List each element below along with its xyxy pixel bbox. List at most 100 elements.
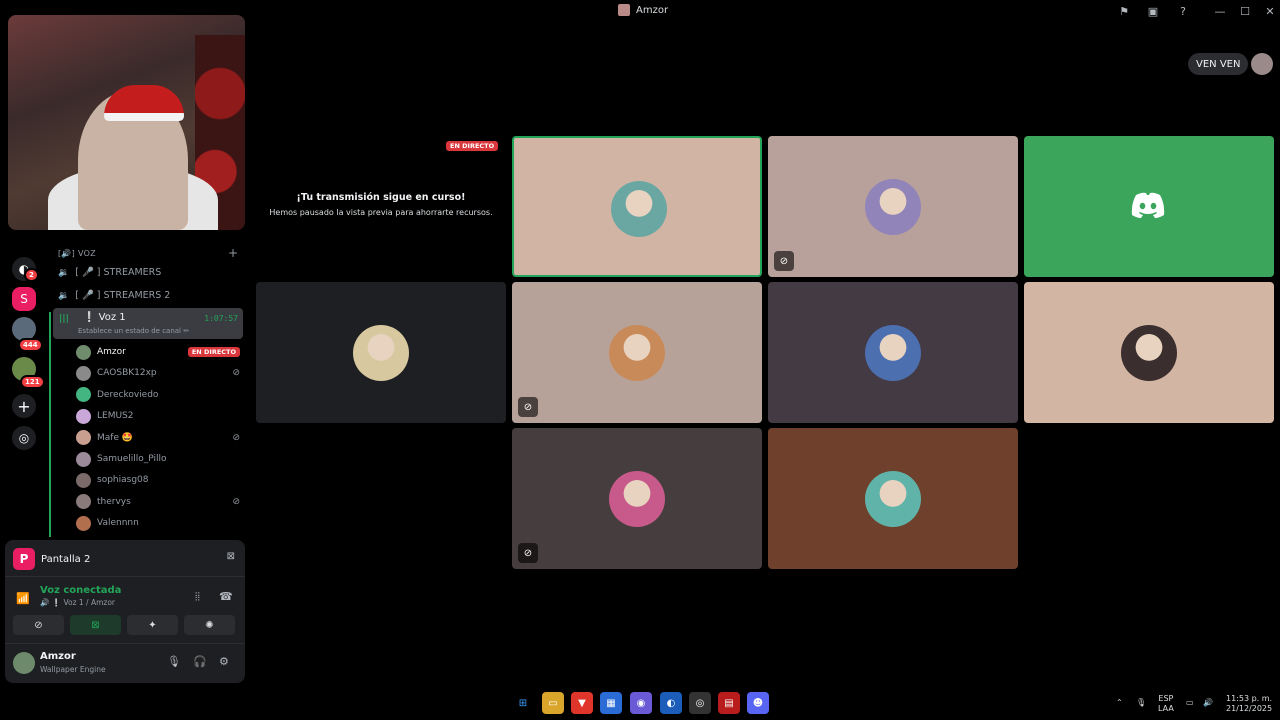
member-name: Mafe 🤩	[97, 432, 134, 443]
voice-tile[interactable]: ⊘	[768, 136, 1018, 277]
list-item[interactable]: Mafe 🤩 ⊘	[76, 429, 240, 447]
member-name: sophiasg08	[97, 475, 149, 486]
member-name: Valennnn	[97, 518, 139, 529]
stop-share-icon[interactable]: ⊠	[227, 551, 235, 562]
microphone-icon[interactable]: 🎙	[167, 655, 181, 668]
file-explorer-icon[interactable]: ▭	[542, 692, 564, 714]
list-item[interactable]: sophiasg08	[76, 471, 240, 489]
avatar	[76, 515, 91, 531]
tray-arrow-icon[interactable]: ⌃	[1116, 698, 1123, 708]
mic-off-icon: ⊘	[232, 496, 240, 507]
avatar	[609, 471, 665, 527]
server-badge-3: 121	[20, 375, 45, 389]
noise-suppression-icon[interactable]: ⦙⦙	[195, 590, 200, 604]
close-icon[interactable]: ✕	[1262, 3, 1278, 19]
headphones-icon[interactable]: 🎧	[193, 655, 207, 668]
camera-off-button[interactable]: ⊘	[13, 615, 64, 635]
list-item[interactable]: Dereckoviedo	[76, 386, 240, 404]
user-name[interactable]: Amzor	[40, 651, 76, 662]
screen-share-button[interactable]: ⊠	[70, 615, 121, 635]
avatar	[865, 179, 921, 235]
disconnect-icon[interactable]: ☎	[219, 590, 233, 603]
voice-tile[interactable]: ⊘	[512, 428, 762, 569]
minimize-icon[interactable]: —	[1212, 3, 1228, 19]
start-icon[interactable]: ⊞	[512, 692, 534, 714]
member-name: CAOSBK12xp	[97, 368, 157, 379]
panel-divider-2	[5, 643, 245, 644]
mic-off-icon: ⊘	[232, 432, 240, 443]
avatar	[76, 344, 91, 360]
channel-streamers[interactable]: 🔉 [ 🎤 ] STREAMERS	[58, 267, 161, 278]
activities-button[interactable]: ✦	[127, 615, 178, 635]
server-avatar-icon	[618, 4, 630, 16]
avatar	[76, 387, 91, 403]
speaker-icon: 🔉	[58, 267, 70, 278]
store-icon[interactable]: ▦	[600, 692, 622, 714]
add-server-icon[interactable]: +	[12, 394, 36, 418]
game-icon[interactable]: ◉	[630, 692, 652, 714]
avatar	[76, 472, 91, 488]
channel-voz-1[interactable]: ||| ❕ Voz 1 1:07:57 Establece un estado …	[53, 308, 243, 339]
list-item[interactable]: LEMUS2	[76, 407, 240, 425]
voice-user-pill[interactable]: VEN VEN	[1188, 53, 1249, 75]
voice-connected-sub[interactable]: 🔊 ❕ Voz 1 / Amzor	[40, 598, 115, 607]
clock-date: 21/12/2025	[1226, 704, 1273, 713]
member-name: Samuelillo_Pillo	[97, 454, 167, 464]
list-item[interactable]: CAOSBK12xp ⊘	[76, 364, 240, 382]
list-item[interactable]: Valennnn	[76, 514, 240, 532]
volume-icon[interactable]: 🔊	[1203, 698, 1213, 708]
network-icon[interactable]: ▭	[1186, 698, 1194, 708]
server-icon-2[interactable]: S	[12, 287, 36, 311]
server-rail: ◐ 2 S 444 121 + ◎	[0, 230, 48, 530]
member-name: LEMUS2	[97, 411, 134, 422]
list-item[interactable]: Amzor EN DIRECTO	[76, 343, 240, 361]
voice-category-header[interactable]: [🔊] VOZ	[58, 249, 96, 258]
help-icon[interactable]: ?	[1175, 3, 1191, 19]
maximize-icon[interactable]: ☐	[1237, 3, 1253, 19]
clock[interactable]: 11:53 p. m. 21/12/2025	[1226, 694, 1272, 714]
server-badge-1: 2	[24, 268, 39, 282]
mic-tray-icon[interactable]: 🎙	[1136, 698, 1146, 708]
inbox-icon[interactable]: ⚑	[1116, 3, 1132, 19]
server-badge-2: 444	[18, 338, 43, 352]
stream-title: ¡Tu transmisión sigue en curso!	[296, 192, 466, 203]
voice-tile[interactable]	[1024, 136, 1274, 277]
connected-line	[49, 312, 51, 537]
gear-icon[interactable]: ⚙	[219, 655, 229, 668]
voice-tile[interactable]	[768, 282, 1018, 423]
voice-tile[interactable]	[1024, 282, 1274, 423]
voice-tile[interactable]	[768, 428, 1018, 569]
voice-tile[interactable]	[512, 136, 762, 277]
voice-timer: 1:07:57	[204, 314, 238, 323]
santa-hat	[104, 85, 184, 121]
avatar[interactable]	[13, 652, 35, 674]
obs-icon[interactable]: ▤	[718, 692, 740, 714]
list-item[interactable]: thervys ⊘	[76, 493, 240, 511]
stream-paused-message[interactable]: ¡Tu transmisión sigue en curso! Hemos pa…	[256, 192, 506, 217]
voice-tile[interactable]	[256, 282, 506, 423]
avatar	[865, 325, 921, 381]
window-icon[interactable]: ▣	[1145, 3, 1161, 19]
member-name: thervys	[97, 496, 131, 507]
discord-icon[interactable]: ☻	[747, 692, 769, 714]
brave-icon[interactable]: ▼	[571, 692, 593, 714]
language-indicator[interactable]: ESP LAA	[1158, 694, 1174, 714]
soundboard-button[interactable]: ✺	[184, 615, 235, 635]
avatar[interactable]	[1251, 53, 1273, 75]
add-channel-icon[interactable]: +	[228, 246, 238, 260]
channel-status[interactable]: Establece un estado de canal ✏	[78, 327, 189, 335]
edge-icon[interactable]: ◐	[660, 692, 682, 714]
lang-top: ESP	[1158, 694, 1174, 703]
discover-icon[interactable]: ◎	[12, 426, 36, 450]
steam-icon[interactable]: ◎	[689, 692, 711, 714]
channel-streamers-2[interactable]: 🔉 [ 🎤 ] STREAMERS 2	[58, 290, 170, 301]
voice-tile[interactable]: ⊘	[512, 282, 762, 423]
mic-off-icon: ⊘	[518, 543, 538, 563]
signal-icon[interactable]: 📶	[13, 588, 33, 608]
list-item[interactable]: Samuelillo_Pillo	[76, 450, 240, 468]
voice-connected-title[interactable]: Voz conectada	[40, 585, 121, 596]
user-status: Wallpaper Engine	[40, 665, 106, 674]
screen-app-icon: P	[13, 548, 35, 570]
avatar	[611, 181, 667, 237]
screen-share-panel[interactable]: P Pantalla 2	[13, 548, 90, 570]
